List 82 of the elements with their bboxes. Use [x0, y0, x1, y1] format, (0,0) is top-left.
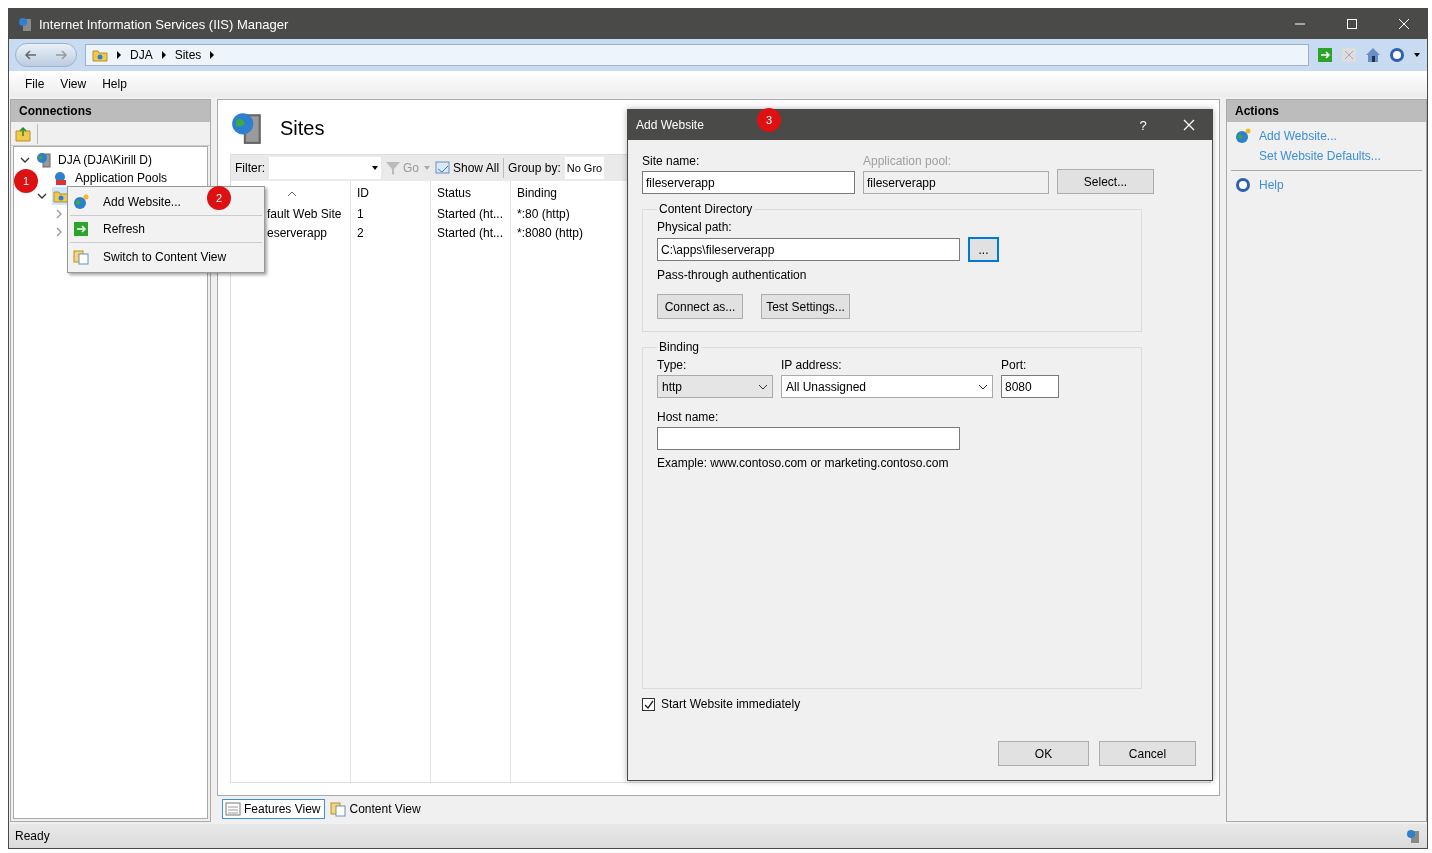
address-bar[interactable]: DJA Sites — [85, 44, 1309, 66]
group-title: Binding — [658, 340, 701, 354]
menu-item[interactable]: Switch to Content View — [103, 249, 227, 264]
filter-label: Filter: — [235, 161, 265, 175]
type-dropdown[interactable]: http — [657, 375, 773, 398]
breadcrumb-arrow-icon — [116, 51, 122, 59]
test-settings-button[interactable]: Test Settings... — [761, 294, 850, 319]
field-label: Application pool: — [863, 154, 953, 168]
tree-item[interactable]: DJA (DJA\Kirill D) — [56, 153, 154, 167]
folder-icon — [92, 47, 108, 63]
filter-field[interactable] — [269, 157, 381, 179]
browse-button[interactable]: ... — [968, 237, 999, 262]
input-field[interactable]: fileserverapp — [642, 171, 855, 194]
files-icon — [73, 248, 89, 265]
maximize-icon[interactable] — [1346, 18, 1358, 30]
input-field[interactable]: C:\apps\fileserverapp — [657, 238, 960, 261]
cancel-button[interactable]: Cancel — [1099, 741, 1196, 766]
ok-button[interactable]: OK — [998, 741, 1089, 766]
close-icon[interactable] — [1183, 119, 1195, 131]
home-icon — [1365, 47, 1381, 63]
field-label: Site name: — [642, 154, 701, 168]
breadcrumb-arrow-icon — [160, 51, 167, 59]
close-icon[interactable] — [1398, 18, 1410, 30]
menu-item[interactable]: View — [52, 77, 95, 91]
features-icon — [225, 801, 241, 817]
back-forward-buttons[interactable] — [15, 43, 77, 67]
breadcrumb-item[interactable]: DJA — [130, 48, 153, 62]
window-title: Internet Information Services (IIS) Manager — [39, 16, 290, 32]
auth-text: Pass-through authentication — [657, 268, 808, 282]
column-header[interactable]: Status — [431, 181, 511, 205]
checkbox[interactable] — [642, 697, 655, 711]
chevron-down-icon — [978, 383, 988, 390]
view-tab[interactable]: Content View — [327, 799, 426, 819]
dialog-title: Add Website — [636, 118, 704, 132]
show-all-icon — [435, 160, 451, 176]
dropdown-caret-icon — [423, 164, 431, 172]
menu-item[interactable]: Help — [94, 77, 135, 91]
chevron-down-icon — [758, 383, 768, 390]
show-all-button[interactable]: Show All — [435, 160, 500, 176]
help-button[interactable]: ? — [1120, 117, 1166, 133]
ip-dropdown[interactable]: All Unassigned — [781, 375, 993, 398]
field-label: IP address: — [781, 358, 843, 372]
tree-item[interactable]: Application Pools — [73, 171, 170, 185]
group-title: Content Directory — [658, 202, 754, 216]
table-cell: Started (ht... — [431, 205, 511, 224]
field-label: Host name: — [657, 410, 720, 424]
server-status-icon — [1405, 828, 1421, 844]
globe-server-icon — [230, 111, 264, 145]
folder-up-icon — [15, 125, 31, 142]
caret-icon — [371, 164, 379, 172]
view-tab[interactable]: Features View — [222, 799, 326, 819]
dropdown-caret-icon — [1413, 51, 1421, 59]
funnel-icon — [385, 160, 401, 176]
connect-as-button[interactable]: Connect as... — [657, 294, 743, 319]
checkbox-label: Start Website immediately — [661, 697, 801, 711]
example-text: Example: www.contoso.com or marketing.contoso.com — [657, 456, 950, 470]
column-header[interactable]: ID — [351, 181, 431, 205]
refresh-icon — [73, 221, 89, 237]
field-label: Type: — [657, 358, 688, 372]
select-button[interactable]: Select... — [1057, 169, 1154, 194]
menu-item[interactable]: Refresh — [103, 222, 146, 236]
breadcrumb-item[interactable]: Sites — [174, 48, 202, 62]
field-label: Physical path: — [657, 220, 733, 234]
page-heading: Sites — [280, 116, 325, 140]
refresh-icon — [1317, 47, 1333, 63]
field-label: Port: — [1001, 358, 1028, 372]
breadcrumb-arrow-icon — [209, 51, 216, 59]
input-field[interactable]: 8080 — [1001, 375, 1059, 398]
files-icon — [330, 801, 347, 817]
menu-item[interactable]: File — [17, 77, 53, 91]
group-by-dropdown[interactable]: No Gro — [564, 157, 605, 179]
panel-title: Actions — [1227, 100, 1426, 122]
stop-icon — [1341, 47, 1357, 63]
app-icon — [17, 16, 33, 32]
table-cell: Started (ht... — [431, 224, 511, 243]
input-field[interactable] — [657, 427, 960, 450]
menu-item[interactable]: Add Website... — [103, 195, 181, 209]
panel-title: Connections — [11, 100, 210, 122]
table-cell: 1 — [351, 205, 431, 224]
status-text: Ready — [15, 829, 50, 843]
table-cell: 2 — [351, 224, 431, 243]
group-by-label: Group by: — [508, 161, 561, 175]
